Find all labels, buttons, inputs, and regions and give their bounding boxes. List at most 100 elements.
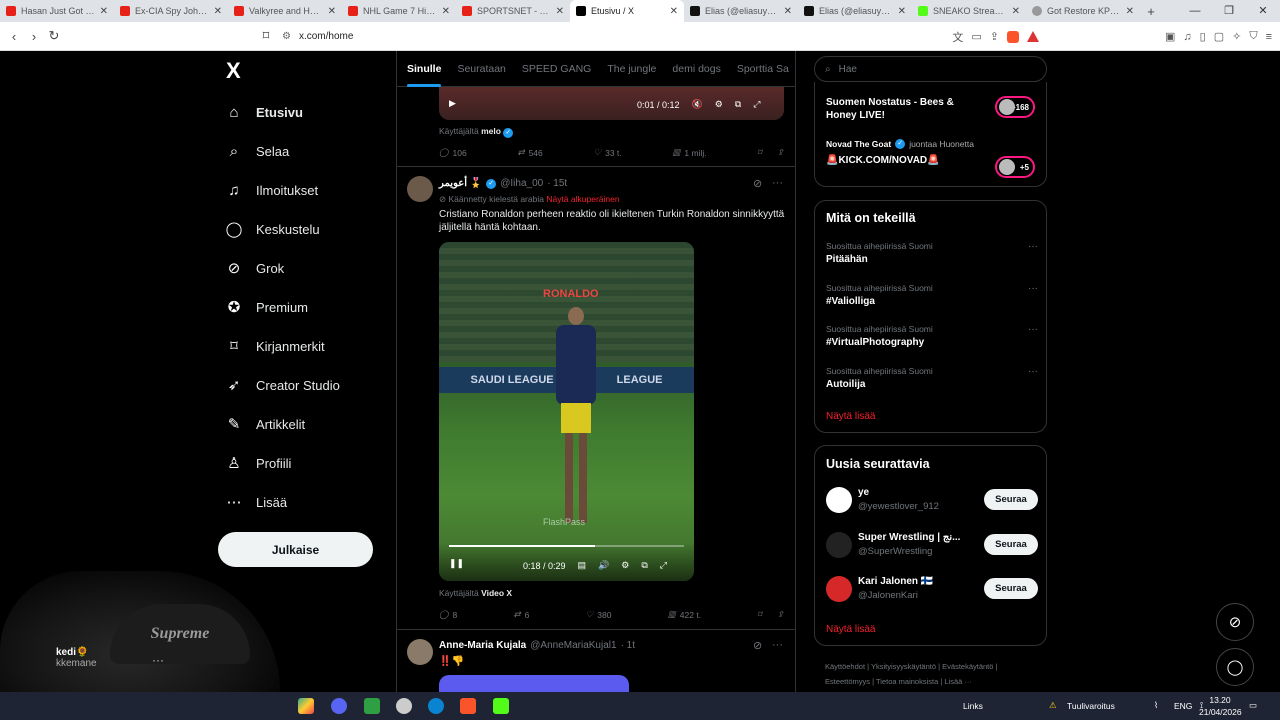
live-badge-2[interactable]: +5 [995, 156, 1035, 178]
show-original-link[interactable]: Näytä alkuperäinen [546, 194, 619, 204]
video-player-2[interactable]: RONALDO SAUDI LEAGUE LEAGUE FlashPass ❚❚… [439, 242, 694, 581]
browser-tab[interactable]: Got Restore KPV + LAV ✕ [1026, 0, 1140, 22]
nav-item-creator-studio[interactable]: ➶ Creator Studio [226, 373, 340, 397]
browser-tab[interactable]: SPORTSNET - YouTube ✕ [456, 0, 570, 22]
repost-button[interactable]: ⇄ 546 [517, 147, 542, 158]
media-icon[interactable]: ♫ [1183, 31, 1191, 43]
more-options-icon[interactable]: ··· [772, 177, 783, 189]
x-logo[interactable]: X [226, 58, 241, 84]
nav-item-ilmoitukset[interactable]: ♫ Ilmoitukset [226, 178, 318, 202]
tab-close-icon[interactable]: ✕ [784, 6, 792, 17]
nav-item-artikkelit[interactable]: ✎ Artikkelit [226, 412, 305, 436]
author-name[interactable]: أعويمر 🎖️ [439, 178, 482, 189]
settings-icon[interactable]: ⚙ [715, 99, 723, 110]
translate-icon[interactable]: 文 [952, 29, 963, 45]
browser-tab[interactable]: Ex-CIA Spy John Kiriak ✕ [114, 0, 228, 22]
notifications-icon[interactable]: ▭ [1249, 700, 1257, 711]
trend-item[interactable]: Suosittua aihepiirissä Suomi #VirtualPhot… [826, 324, 1038, 348]
suggestion-name[interactable]: Super Wrestling | نج... [858, 532, 960, 543]
browser-tab[interactable]: SNEAKO Stream - Wat ✕ [912, 0, 1026, 22]
browser-tab[interactable]: Elias (@eliasuysal1) | T ✕ [798, 0, 912, 22]
vpn-icon[interactable]: ⛉ [1249, 30, 1257, 43]
trend-more-icon[interactable]: ··· [1028, 366, 1038, 377]
grok-icon[interactable]: ⊘ [753, 639, 762, 652]
brave-shield-icon[interactable] [1006, 30, 1019, 43]
suggestion-handle[interactable]: @yewestlover_912 [858, 501, 939, 512]
fullscreen-icon[interactable]: ⤢ [753, 99, 760, 110]
views-button[interactable]: ▥ 422 t. [668, 609, 701, 620]
follow-button[interactable]: Seuraa [984, 533, 1038, 555]
nav-item-grok[interactable]: ⊘ Grok [226, 256, 284, 280]
timeline-tab[interactable]: Seurataan [457, 63, 505, 75]
bookmark-page-icon[interactable]: ⌑ [256, 28, 276, 44]
share-icon[interactable]: ⇪ [777, 147, 784, 158]
bookmark-icon[interactable]: ⌑ [757, 147, 761, 158]
bookmark-icon[interactable]: ⌑ [757, 609, 761, 620]
brave-icon[interactable] [460, 698, 476, 714]
share-icon[interactable]: ⇪ [777, 609, 784, 620]
pip-icon[interactable]: ⧉ [735, 99, 741, 110]
post-time[interactable]: · 15t [547, 178, 567, 189]
discord-icon[interactable] [331, 698, 347, 714]
timeline-tab[interactable]: The jungle [607, 63, 656, 75]
pip-icon[interactable]: ⧉ [641, 560, 647, 571]
trend-more-icon[interactable]: ··· [1028, 324, 1038, 335]
ai-icon[interactable]: ✧ [1232, 30, 1241, 43]
language-indicator[interactable]: ENG [1174, 701, 1192, 711]
fullscreen-icon[interactable]: ⤢ [660, 560, 667, 571]
maximize-icon[interactable]: ❐ [1212, 0, 1246, 22]
suggestion-name[interactable]: ye [858, 487, 869, 498]
nav-item-profiili[interactable]: ♙ Profiili [226, 451, 291, 475]
live-badge-1[interactable]: +168 [995, 96, 1035, 118]
tab-close-icon[interactable]: ✕ [898, 6, 906, 17]
settings-icon[interactable]: ⚙ [621, 560, 629, 571]
nav-item-premium[interactable]: ✪ Premium [226, 295, 308, 319]
captions-icon[interactable]: ▤ [578, 560, 587, 571]
tab-close-icon[interactable]: ✕ [328, 6, 336, 17]
browser-tab[interactable]: Valkyree and Hasan Re ✕ [228, 0, 342, 22]
trend-item[interactable]: Suosittua aihepiirissä Suomi Autoilija ··· [826, 366, 1038, 390]
follow-suggestion[interactable]: Kari Jalonen 🇫🇮 @JalonenKari Seuraa [826, 576, 1038, 604]
avatar[interactable] [826, 487, 852, 513]
tab-close-icon[interactable]: ✕ [1012, 6, 1020, 17]
edge-icon[interactable] [428, 698, 444, 714]
links-toolbar[interactable]: Links [963, 701, 983, 711]
browser-tab[interactable]: Etusivu / X ✕ [570, 0, 684, 22]
timeline-tab[interactable]: demi dogs [672, 63, 720, 75]
play-icon[interactable]: ▶ [449, 98, 456, 109]
avatar[interactable] [407, 176, 433, 202]
tab-close-icon[interactable]: ✕ [442, 6, 450, 17]
show-more-trends[interactable]: Näytä lisää [826, 411, 875, 422]
tab-close-icon[interactable]: ✕ [214, 6, 222, 17]
reply-button[interactable]: ◯ 8 [439, 609, 457, 620]
repost-button[interactable]: ⇄ 6 [514, 609, 530, 620]
follow-button[interactable]: Seuraa [984, 489, 1038, 510]
site-info-icon[interactable]: ⚙ [282, 31, 291, 42]
kick-icon[interactable] [493, 698, 509, 714]
reload-icon[interactable]: ↻ [44, 28, 64, 44]
grok-icon[interactable]: ⊘ [753, 177, 762, 190]
timeline-tab[interactable]: Sinulle [407, 63, 442, 87]
suggestion-handle[interactable]: @JalonenKari [858, 590, 918, 601]
post-time[interactable]: · 1t [621, 640, 635, 651]
trend-item[interactable]: Suosittua aihepiirissä Suomi Pitäähän ··· [826, 241, 1038, 265]
nav-item-etusivu[interactable]: ⌂ Etusivu [226, 100, 303, 124]
live-space-1[interactable]: Suomen Nostatus - Bees & Honey LIVE! [826, 96, 986, 122]
close-window-icon[interactable]: ✕ [1246, 0, 1280, 22]
back-icon[interactable]: ‹ [4, 29, 24, 44]
footer-links[interactable]: Käyttöehdot | Yksityisyyskäytäntö | Eväs… [825, 659, 1040, 689]
follow-suggestion[interactable]: ye @yewestlover_912 Seuraa [826, 487, 1038, 515]
url-field[interactable]: ⚙ x.com/home [282, 26, 842, 47]
suggestion-handle[interactable]: @SuperWrestling [858, 546, 932, 557]
wallet-icon[interactable]: ▢ [1214, 30, 1224, 43]
avatar[interactable] [407, 639, 433, 665]
timeline-tab[interactable]: SPEED GANG [522, 63, 591, 75]
browser-tab[interactable]: Elias (@eliasuysal1) on ✕ [684, 0, 798, 22]
search-field[interactable]: ⌕ Hae [814, 56, 1047, 82]
network-icon[interactable]: ⌇ [1154, 700, 1158, 711]
trend-more-icon[interactable]: ··· [1028, 241, 1038, 252]
reply-button[interactable]: ◯ 106 [439, 147, 467, 158]
nav-item-kirjanmerkit[interactable]: ⌑ Kirjanmerkit [226, 334, 324, 358]
more-options-icon[interactable]: ··· [772, 639, 783, 651]
post-button[interactable]: Julkaise [218, 532, 373, 567]
